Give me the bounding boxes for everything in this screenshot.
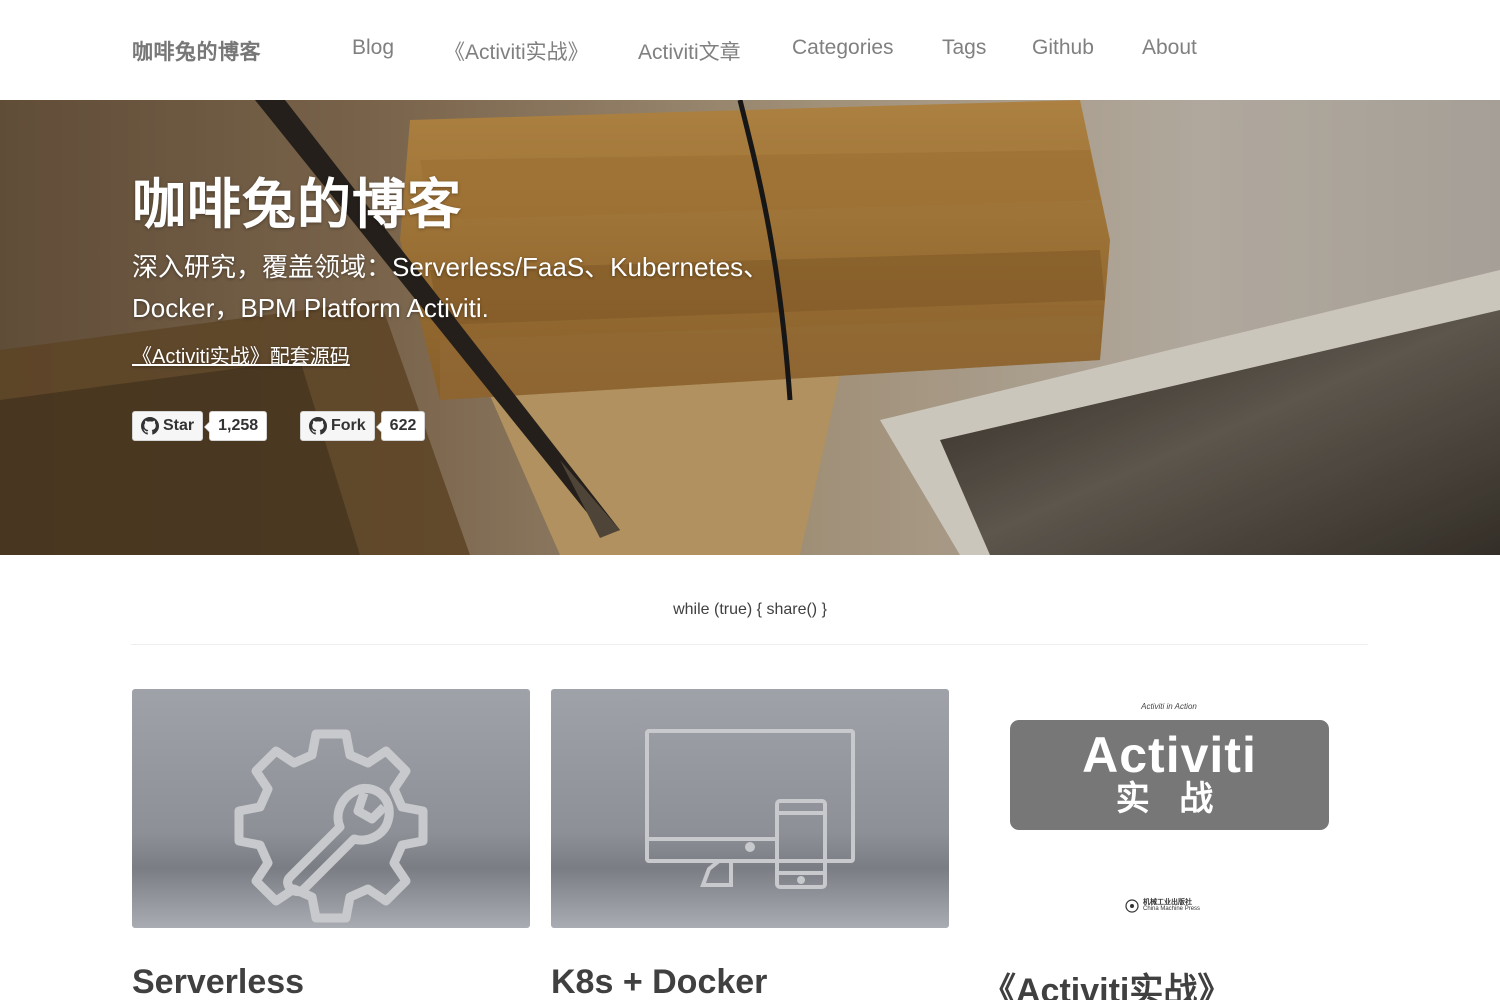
divider bbox=[131, 644, 1368, 645]
card-activiti-book-title[interactable]: 《Activiti实战》 bbox=[982, 963, 1231, 1000]
book-cover-title-box: Activiti 实 战 bbox=[1010, 720, 1329, 830]
nav-item-activiti-articles[interactable]: Activiti文章 bbox=[638, 36, 741, 66]
nav-item-categories[interactable]: Categories bbox=[792, 36, 894, 60]
brand-link[interactable]: 咖啡兔的博客 bbox=[132, 36, 261, 66]
card-activiti-book-image[interactable]: Activiti in Action Activiti 实 战 机械工业出版社 … bbox=[970, 689, 1368, 928]
book-cover-top-text: Activiti in Action bbox=[1141, 702, 1197, 711]
github-star-label: Star bbox=[163, 417, 195, 434]
github-fork-label: Fork bbox=[331, 417, 366, 434]
github-fork-count[interactable]: 622 bbox=[375, 411, 426, 441]
book-cover-sub: 实 战 bbox=[1115, 780, 1224, 818]
github-star-widget: Star 1,258 bbox=[132, 411, 268, 441]
source-code-link[interactable]: 《Activiti实战》配套源码 bbox=[132, 340, 350, 369]
publisher-logo-icon bbox=[1125, 899, 1139, 913]
github-star-count[interactable]: 1,258 bbox=[204, 411, 268, 441]
navbar: 咖啡兔的博客 Blog 《Activiti实战》 Activiti文章 Cate… bbox=[0, 0, 1500, 100]
github-icon bbox=[309, 417, 327, 435]
github-fork-button[interactable]: Fork bbox=[300, 411, 375, 441]
book-publisher: 机械工业出版社 China Machine Press bbox=[1125, 899, 1200, 913]
github-star-button[interactable]: Star bbox=[132, 411, 204, 441]
github-icon bbox=[141, 417, 159, 435]
nav-item-tags[interactable]: Tags bbox=[942, 36, 986, 60]
hero-banner: 咖啡兔的博客 深入研究，覆盖领域：Serverless/FaaS、Kuberne… bbox=[0, 100, 1500, 555]
book-cover-name: Activiti bbox=[1082, 727, 1257, 783]
github-fork-widget: Fork 622 bbox=[300, 411, 426, 441]
publisher-name-en: China Machine Press bbox=[1143, 906, 1201, 912]
card-k8s-docker-title[interactable]: K8s + Docker bbox=[551, 963, 767, 1000]
card-serverless-title[interactable]: Serverless bbox=[132, 963, 304, 1000]
card-k8s-docker-image[interactable] bbox=[551, 689, 949, 928]
site-motto: while (true) { share() } bbox=[673, 601, 827, 618]
hero-title: 咖啡兔的博客 bbox=[132, 175, 462, 235]
nav-item-about[interactable]: About bbox=[1142, 36, 1197, 60]
card-serverless-image[interactable] bbox=[132, 689, 530, 928]
nav-item-blog[interactable]: Blog bbox=[352, 36, 394, 60]
publisher-name-cn: 机械工业出版社 bbox=[1143, 899, 1192, 906]
nav-item-github[interactable]: Github bbox=[1032, 36, 1094, 60]
nav-item-activiti-book[interactable]: 《Activiti实战》 bbox=[444, 36, 589, 66]
hero-subtitle: 深入研究，覆盖领域：Serverless/FaaS、Kubernetes、Doc… bbox=[132, 252, 770, 323]
